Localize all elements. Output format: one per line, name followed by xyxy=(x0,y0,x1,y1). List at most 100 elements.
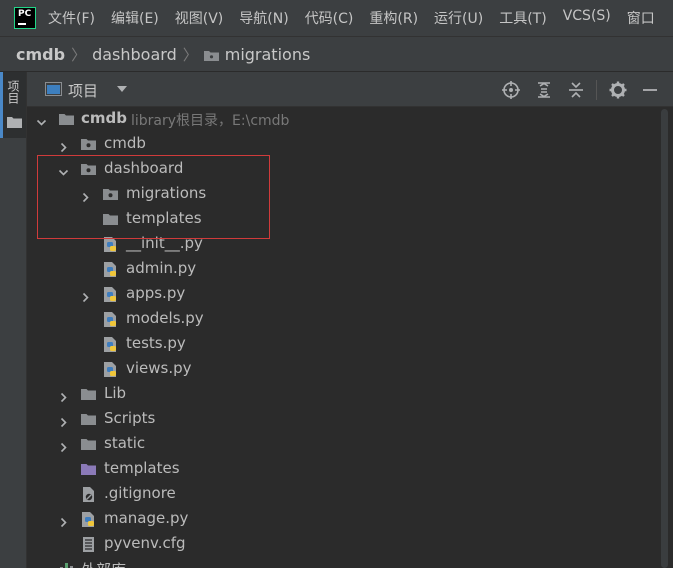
folder-icon xyxy=(80,436,97,453)
tree-node[interactable]: apps.py xyxy=(27,282,657,307)
menu-item[interactable]: 视图(V) xyxy=(175,8,224,28)
tree-node-label: templates xyxy=(104,459,180,477)
package-icon xyxy=(203,50,219,61)
tree-node[interactable]: manage.py xyxy=(27,507,657,532)
tree-node-label: cmdb xyxy=(104,134,146,152)
tree-node[interactable]: Scripts xyxy=(27,407,657,432)
locate-icon[interactable] xyxy=(501,80,521,100)
tree-node-label: views.py xyxy=(126,359,192,377)
tree-node-label: migrations xyxy=(126,184,207,202)
tree-node[interactable]: cmdb library根目录，E:\cmdb xyxy=(27,107,657,132)
python-file-icon xyxy=(102,286,119,303)
tool-window-title: 项目 xyxy=(68,82,99,100)
tree-node[interactable]: Lib xyxy=(27,382,657,407)
menu-item[interactable]: 窗口 xyxy=(627,8,655,28)
tree-node[interactable]: 外部库 xyxy=(27,557,657,568)
menu-item[interactable]: 导航(N) xyxy=(239,8,288,28)
minimize-icon[interactable] xyxy=(640,80,660,100)
menu-item[interactable]: 运行(U) xyxy=(434,8,483,28)
chevron-right-icon[interactable] xyxy=(58,439,69,453)
tree-node-label: static xyxy=(104,434,146,452)
config-file-icon xyxy=(80,536,97,553)
tree-node[interactable]: models.py xyxy=(27,307,657,332)
chevron-right-icon[interactable] xyxy=(58,414,69,428)
chevron-down-icon[interactable] xyxy=(36,114,47,126)
tree-node[interactable]: views.py xyxy=(27,357,657,382)
tree-node[interactable]: tests.py xyxy=(27,332,657,357)
chevron-right-icon[interactable] xyxy=(80,289,91,303)
folder-icon xyxy=(80,386,97,403)
external-libraries-icon xyxy=(58,561,75,568)
python-file-icon xyxy=(102,311,119,328)
project-tree: cmdb library根目录，E:\cmdb cmdb dashboard migra… xyxy=(27,107,657,568)
tree-node-label: Lib xyxy=(104,384,127,402)
chevron-down-icon[interactable] xyxy=(36,564,47,568)
tree-node[interactable]: pyvenv.cfg xyxy=(27,532,657,557)
menu-item[interactable]: 编辑(E) xyxy=(111,8,159,28)
package-icon xyxy=(102,186,119,203)
python-file-icon xyxy=(102,261,119,278)
tree-node-label: Scripts xyxy=(104,409,156,427)
tree-node-label: pyvenv.cfg xyxy=(104,534,186,552)
project-tool-window-header: 项目 xyxy=(27,72,673,107)
folder-icon xyxy=(58,111,75,128)
python-file-icon xyxy=(102,236,119,253)
menu-item[interactable]: 代码(C) xyxy=(305,8,354,28)
tree-node[interactable]: __init__.py xyxy=(27,232,657,257)
chevron-down-icon[interactable] xyxy=(58,164,69,176)
chevron-right-icon[interactable] xyxy=(58,139,69,153)
tree-node-hint: library根目录，E:\cmdb xyxy=(131,113,290,129)
breadcrumb-separator: 〉 xyxy=(71,45,87,64)
project-view-icon xyxy=(45,82,62,96)
tree-node-label: dashboard xyxy=(104,159,184,177)
project-tab-label: 项目 xyxy=(6,80,20,104)
tree-node-label: tests.py xyxy=(126,334,186,352)
pycharm-logo-icon: PC xyxy=(14,7,36,29)
tree-node[interactable]: migrations xyxy=(27,182,657,207)
tree-node-label: admin.py xyxy=(126,259,197,277)
expand-all-icon[interactable] xyxy=(534,80,554,100)
breadcrumb-item-project[interactable]: cmdb xyxy=(16,45,65,64)
menu-item[interactable]: 工具(T) xyxy=(499,8,546,28)
project-tool-tab[interactable]: 项目 xyxy=(0,72,26,138)
tree-node[interactable]: admin.py xyxy=(27,257,657,282)
tree-node[interactable]: static xyxy=(27,432,657,457)
chevron-right-icon[interactable] xyxy=(58,389,69,403)
tree-node[interactable]: cmdb xyxy=(27,132,657,157)
tree-node[interactable]: templates xyxy=(27,207,657,232)
gear-icon[interactable] xyxy=(608,80,628,100)
folder-icon xyxy=(80,411,97,428)
package-icon xyxy=(80,136,97,153)
tree-node[interactable]: templates xyxy=(27,457,657,482)
collapse-all-icon[interactable] xyxy=(566,80,586,100)
templates-folder-icon xyxy=(80,461,97,478)
gitignore-file-icon xyxy=(80,486,97,503)
breadcrumb-separator: 〉 xyxy=(182,45,198,64)
python-file-icon xyxy=(102,336,119,353)
breadcrumb-item-dashboard[interactable]: dashboard xyxy=(92,45,177,64)
left-tool-strip: 项目 xyxy=(0,72,27,568)
tree-node-label: __init__.py xyxy=(126,234,203,252)
tree-node[interactable]: dashboard xyxy=(27,157,657,182)
folder-icon xyxy=(7,117,22,128)
menu-item[interactable]: VCS(S) xyxy=(563,8,611,28)
menu-item[interactable]: 文件(F) xyxy=(48,8,95,28)
folder-icon xyxy=(102,211,119,228)
tree-node-label: templates xyxy=(126,209,202,227)
menu-bar: PC 文件(F) 编辑(E) 视图(V) 导航(N) 代码(C) 重构(R) 运行(U) 工具… xyxy=(0,0,673,36)
python-file-icon xyxy=(80,511,97,528)
tree-node-label: manage.py xyxy=(104,509,189,527)
chevron-right-icon[interactable] xyxy=(58,514,69,528)
tree-node-label: .gitignore xyxy=(104,484,176,502)
toolbar-divider xyxy=(596,80,597,100)
tree-node[interactable]: .gitignore xyxy=(27,482,657,507)
vertical-scrollbar[interactable] xyxy=(657,107,673,568)
chevron-right-icon[interactable] xyxy=(80,189,91,203)
package-icon xyxy=(80,161,97,178)
tree-node-label: cmdb xyxy=(81,109,127,127)
scrollbar-thumb[interactable] xyxy=(661,109,668,568)
breadcrumb-item-migrations[interactable]: migrations xyxy=(225,45,311,64)
chevron-down-icon[interactable] xyxy=(117,86,127,92)
python-file-icon xyxy=(102,361,119,378)
menu-item[interactable]: 重构(R) xyxy=(369,8,418,28)
